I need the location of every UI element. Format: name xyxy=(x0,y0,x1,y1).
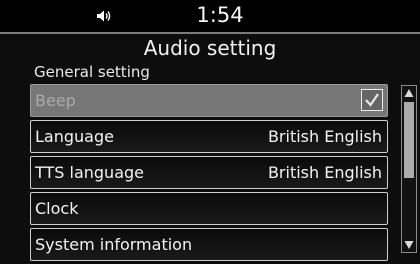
volume-icon xyxy=(97,10,111,22)
scroll-down-icon[interactable] xyxy=(404,240,414,250)
menu-item-system-information[interactable]: System information xyxy=(30,228,388,261)
beep-checkbox[interactable] xyxy=(361,89,383,111)
menu-item-language[interactable]: Language British English xyxy=(30,120,388,153)
menu-item-label: TTS language xyxy=(35,163,144,182)
menu-item-label: Clock xyxy=(35,199,79,218)
menu-item-value: British English xyxy=(267,163,382,182)
menu-item-label: Beep xyxy=(35,91,76,110)
menu-item-tts-language[interactable]: TTS language British English xyxy=(30,156,388,189)
scrollbar[interactable] xyxy=(401,85,417,253)
scroll-up-icon[interactable] xyxy=(404,88,414,98)
status-divider xyxy=(0,32,420,34)
section-title: General setting xyxy=(34,63,150,81)
screen-title: Audio setting xyxy=(143,36,277,60)
menu-item-clock[interactable]: Clock xyxy=(30,192,388,225)
menu-item-label: System information xyxy=(35,235,193,254)
status-bar: 1:54 xyxy=(0,0,420,32)
menu-item-value: British English xyxy=(267,127,382,146)
settings-menu-list: Beep Language British English TTS langua… xyxy=(30,84,388,264)
clock-time: 1:54 xyxy=(196,3,244,27)
menu-item-label: Language xyxy=(35,127,114,146)
scroll-thumb[interactable] xyxy=(404,102,414,178)
check-icon xyxy=(365,93,379,107)
menu-item-beep[interactable]: Beep xyxy=(30,84,388,117)
